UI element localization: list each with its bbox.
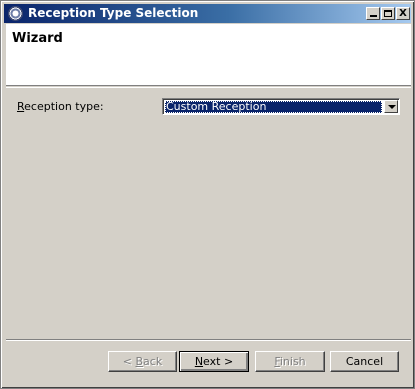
cancel-button-label: Cancel (345, 355, 384, 368)
wizard-dialog: Reception Type Selection X Wizard Recept… (0, 0, 415, 389)
wizard-title: Wizard (12, 31, 63, 46)
maximize-icon (384, 10, 392, 17)
reception-type-label: Reception type: (17, 100, 104, 113)
finish-button[interactable]: Finish (255, 351, 325, 372)
next-button-label: ext > (203, 355, 234, 368)
title-bar[interactable]: Reception Type Selection X (4, 4, 411, 23)
window-title: Reception Type Selection (28, 6, 199, 20)
back-button-label: ack (143, 355, 163, 368)
chevron-down-icon (388, 105, 396, 109)
minimize-button[interactable] (366, 7, 380, 20)
close-button[interactable]: X (396, 7, 410, 20)
maximize-button[interactable] (381, 7, 395, 20)
banner-divider (6, 87, 411, 88)
eclipse-icon (8, 6, 23, 21)
back-button-prefix: < (122, 355, 136, 368)
wizard-banner: Wizard (6, 24, 411, 86)
dropdown-button[interactable] (384, 100, 398, 113)
close-icon: X (399, 8, 407, 19)
next-button[interactable]: Next > (179, 351, 249, 372)
back-button[interactable]: < Back (108, 351, 177, 372)
minimize-icon (369, 15, 377, 17)
back-button-mnemonic: B (135, 355, 144, 368)
reception-type-value[interactable]: Custom Reception (165, 101, 382, 113)
cancel-button[interactable]: Cancel (330, 351, 399, 372)
next-button-mnemonic: N (194, 355, 204, 368)
reception-type-select[interactable]: Custom Reception (162, 98, 400, 115)
reception-type-label-text: eception type: (24, 100, 104, 113)
footer-divider (6, 339, 411, 341)
finish-button-label: inish (279, 355, 306, 368)
